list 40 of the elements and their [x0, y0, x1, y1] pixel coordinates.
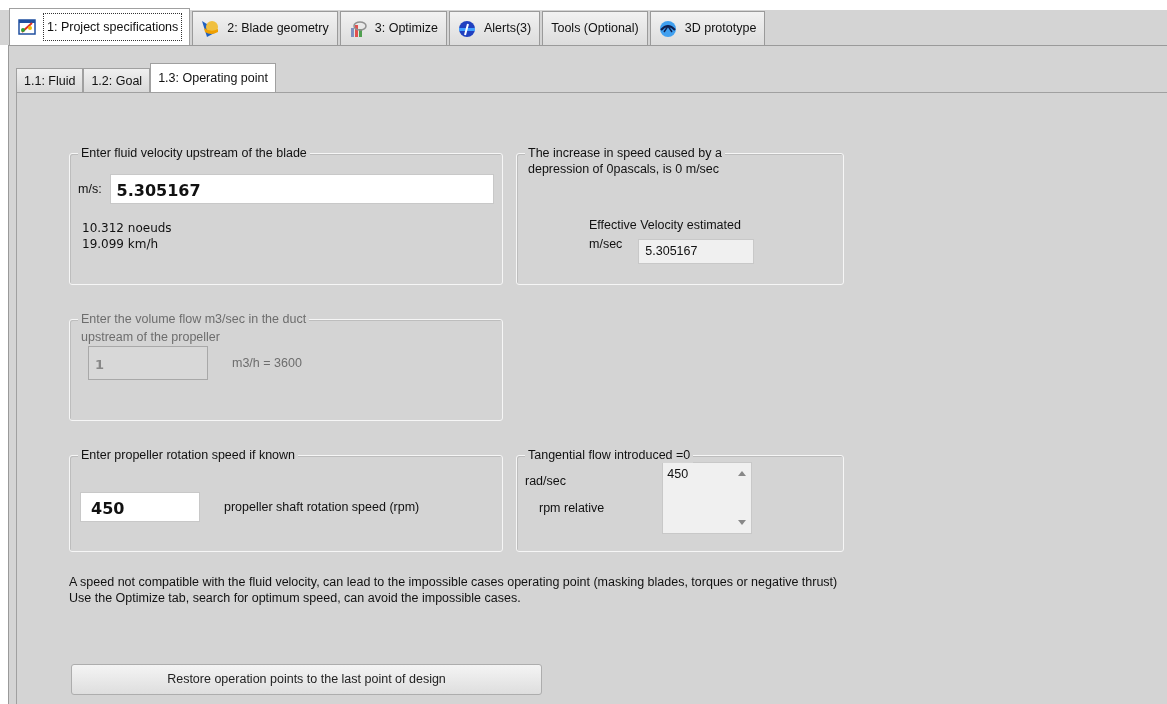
tab[interactable]: Alerts(3) [449, 11, 541, 45]
group-title: Enter propeller rotation speed if known [78, 448, 298, 463]
down-arrow-icon[interactable] [738, 520, 747, 525]
tab[interactable]: 2: Blade geometry [192, 11, 338, 45]
tab[interactable]: 1.3: Operating point [150, 63, 276, 93]
rotation-field[interactable]: 450 [80, 492, 200, 522]
unit-label: m/sec [589, 235, 623, 253]
tab-label: 3: Optimize [374, 20, 438, 38]
velocity-field[interactable]: 5.305167 [109, 174, 494, 204]
tab[interactable]: 1.1: Fluid [16, 68, 84, 93]
subtitle-text: upstream of the propeller [81, 330, 220, 345]
group-title: The increase in speed caused by a [525, 146, 725, 161]
tab-label: Alerts(3) [484, 20, 532, 38]
description-text: depression of 0pascals, is 0 m/sec [528, 162, 720, 177]
tab[interactable]: 3: Optimize [339, 11, 447, 45]
effective-velocity-field[interactable]: 5.305167 [638, 238, 755, 264]
tab[interactable]: 1.2: Goal [83, 68, 151, 93]
note-text: Use the Optimize tab, search for optimum speed, can avoid the impossible cases. [69, 590, 522, 606]
relative-label: rpm relative [539, 499, 605, 517]
unit-label: propeller shaft rotation speed (rpm) [224, 498, 420, 516]
tab-label: 3D prototype [684, 20, 757, 38]
group-title: Enter fluid velocity upstream of the blade [78, 146, 310, 161]
kmh-text: 19.099 km/h [82, 236, 160, 252]
tab-label: 1: Project specifications [44, 13, 182, 41]
group-title: Tangential flow introduced =0 [525, 448, 694, 463]
tab[interactable]: 1: Project specifications [9, 8, 191, 45]
conversion-text: m3/h = 3600 [232, 354, 302, 372]
tab-label: 2: Blade geometry [227, 20, 329, 38]
spin-field[interactable]: 450 [662, 462, 753, 534]
up-arrow-icon[interactable] [738, 471, 747, 476]
spin-value: 450 [666, 466, 690, 483]
knots-text: 10.312 noeuds [82, 220, 173, 236]
tab[interactable]: Tools (Optional) [542, 11, 648, 45]
restore-button[interactable]: Restore operation points to the last point of design [71, 664, 542, 695]
unit-label: rad/sec [525, 473, 567, 490]
tab-label: Tools (Optional) [551, 20, 639, 38]
tab[interactable]: 3D prototype [649, 11, 766, 45]
unit-label: m/s: [78, 180, 102, 198]
note-text: A speed not compatible with the fluid velocity, can lead to the impossible cases operating point (masking blades, torques or negative thrust) [69, 574, 839, 590]
effective-velocity-label: Effective Velocity estimated [589, 217, 742, 234]
